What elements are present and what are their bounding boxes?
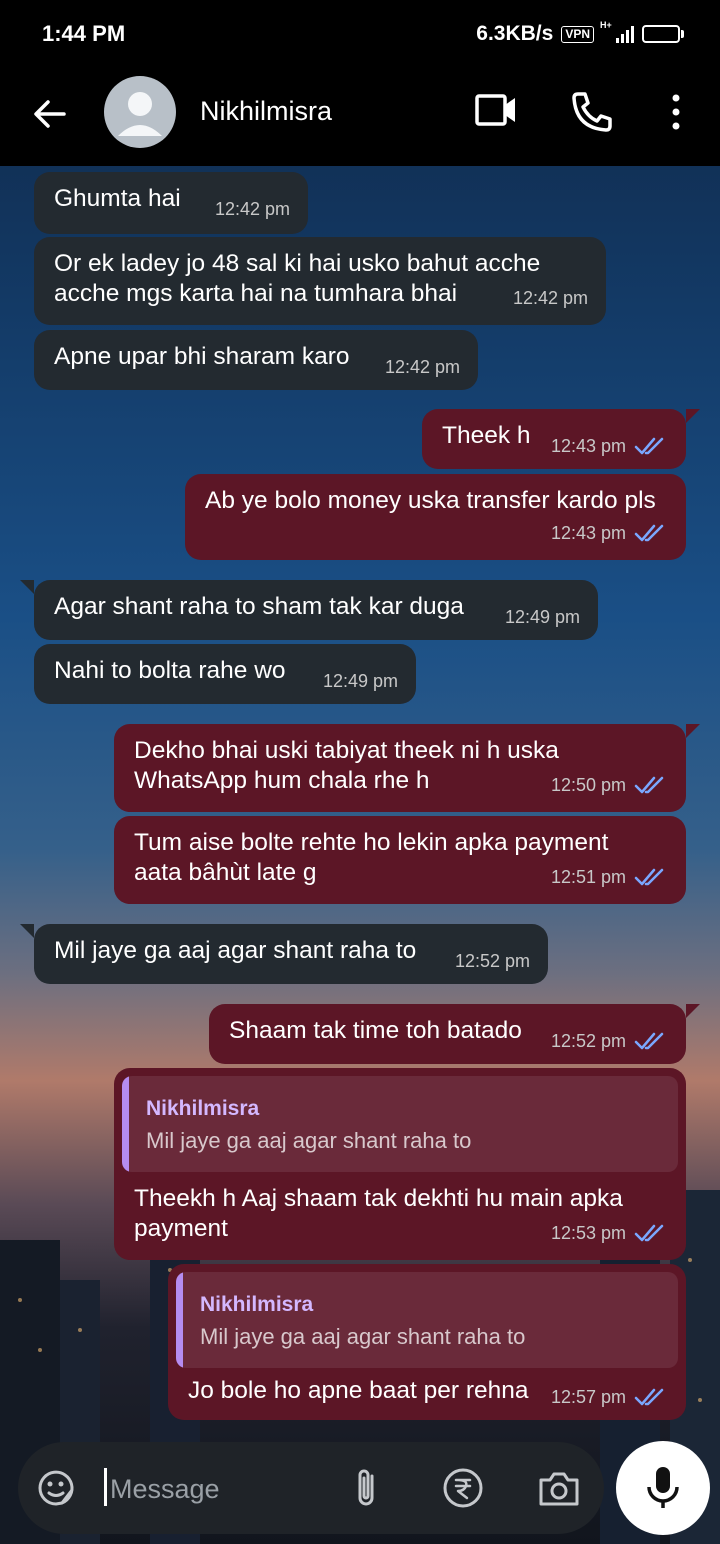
- quoted-message[interactable]: Nikhilmisra Mil jaye ga aaj agar shant r…: [176, 1272, 678, 1368]
- message-time: 12:43 pm: [550, 436, 626, 456]
- battery-level: 82: [654, 27, 668, 41]
- quote-accent-bar: [176, 1272, 183, 1368]
- message-time: 12:42 pm: [214, 199, 290, 219]
- message-time: 12:52 pm: [454, 951, 530, 971]
- status-indicators: 6.3KB/s VPN H+ 82: [476, 20, 684, 46]
- message-text: Ab ye bolo money uska transfer kardo pls: [205, 487, 656, 514]
- read-receipt-icon: [634, 1388, 664, 1406]
- message-text: Nahi to bolta rahe wo: [54, 657, 286, 684]
- message-text: Or ek ladey jo 48 sal ki hai usko bahut …: [54, 250, 541, 307]
- read-receipt-icon: [634, 868, 664, 886]
- quoted-message[interactable]: Nikhilmisra Mil jaye ga aaj agar shant r…: [122, 1076, 678, 1172]
- message-time: 12:53 pm: [550, 1223, 626, 1243]
- outgoing-message[interactable]: Dekho bhai uski tabiyat theek ni h uska …: [114, 724, 700, 812]
- avatar[interactable]: [104, 76, 176, 148]
- message-time: 12:50 pm: [550, 775, 626, 795]
- camera-icon[interactable]: [537, 1468, 581, 1508]
- message-text: Apne upar bhi sharam karo: [54, 343, 350, 370]
- incoming-message[interactable]: Mil jaye ga aaj agar shant raha to 12:52…: [20, 924, 548, 984]
- message-text: Shaam tak time toh batado: [229, 1017, 522, 1044]
- quoted-text: Mil jaye ga aaj agar shant raha to: [200, 1324, 526, 1349]
- contact-name[interactable]: Nikhilmisra: [200, 96, 332, 127]
- message-text: Mil jaye ga aaj agar shant raha to: [54, 937, 417, 964]
- quoted-text: Mil jaye ga aaj agar shant raha to: [146, 1128, 472, 1153]
- outgoing-message[interactable]: Tum aise bolte rehte ho lekin apka payme…: [114, 816, 686, 904]
- message-text: Theek h: [442, 422, 531, 449]
- incoming-message[interactable]: Agar shant raha to sham tak kar duga 12:…: [20, 580, 598, 640]
- default-avatar-icon: [118, 92, 162, 136]
- more-options-icon[interactable]: [664, 90, 688, 134]
- message-time: 12:49 pm: [504, 607, 580, 627]
- read-receipt-icon: [634, 524, 664, 542]
- read-receipt-icon: [634, 437, 664, 455]
- back-arrow-icon[interactable]: [30, 94, 70, 134]
- sticker-icon[interactable]: [34, 1466, 78, 1510]
- message-time: 12:52 pm: [550, 1031, 626, 1051]
- payment-rupee-icon[interactable]: [441, 1466, 485, 1510]
- quoted-sender-name: Nikhilmisra: [146, 1097, 260, 1120]
- outgoing-message[interactable]: Ab ye bolo money uska transfer kardo pls…: [185, 474, 686, 560]
- attachment-icon[interactable]: [352, 1466, 382, 1510]
- status-bar: 1:44 PM 6.3KB/s VPN H+ 82: [0, 0, 720, 68]
- message-time: 12:51 pm: [550, 867, 626, 887]
- quote-accent-bar: [122, 1076, 129, 1172]
- incoming-message[interactable]: Nahi to bolta rahe wo 12:49 pm: [34, 644, 416, 704]
- message-time: 12:43 pm: [550, 523, 626, 543]
- message-time: 12:49 pm: [322, 671, 398, 691]
- microphone-icon: [647, 1467, 679, 1508]
- message-time: 12:42 pm: [384, 357, 460, 377]
- outgoing-reply-message[interactable]: Nikhilmisra Mil jaye ga aaj agar shant r…: [114, 1068, 686, 1260]
- outgoing-message[interactable]: Shaam tak time toh batado 12:52 pm: [209, 1004, 700, 1064]
- read-receipt-icon: [634, 776, 664, 794]
- video-call-icon[interactable]: [474, 90, 518, 130]
- network-type: H+: [600, 19, 612, 30]
- status-time: 1:44 PM: [42, 21, 126, 46]
- message-text: Dekho bhai uski tabiyat theek ni h uska …: [134, 737, 559, 794]
- network-speed: 6.3KB/s: [476, 22, 554, 45]
- read-receipt-icon: [634, 1224, 664, 1242]
- message-time: 12:57 pm: [550, 1387, 626, 1407]
- message-text: Jo bole ho apne baat per rehna: [188, 1377, 529, 1404]
- phone-call-icon[interactable]: [570, 90, 614, 134]
- outgoing-reply-message[interactable]: Nikhilmisra Mil jaye ga aaj agar shant r…: [168, 1264, 686, 1420]
- signal-icon: H+: [600, 20, 634, 43]
- battery-icon: 82: [642, 25, 684, 43]
- chat-header: Nikhilmisra: [0, 68, 720, 166]
- incoming-message[interactable]: Or ek ladey jo 48 sal ki hai usko bahut …: [34, 237, 606, 325]
- quoted-sender-name: Nikhilmisra: [200, 1293, 314, 1316]
- message-text: Agar shant raha to sham tak kar duga: [54, 593, 464, 620]
- outgoing-message[interactable]: Theek h 12:43 pm: [422, 409, 700, 469]
- vpn-badge: VPN: [561, 25, 594, 43]
- message-input[interactable]: [108, 1466, 332, 1512]
- message-composer: [18, 1442, 604, 1534]
- incoming-message[interactable]: Apne upar bhi sharam karo 12:42 pm: [34, 330, 478, 390]
- text-cursor: [104, 1468, 107, 1506]
- message-text: Ghumta hai: [54, 185, 181, 212]
- read-receipt-icon: [634, 1032, 664, 1050]
- incoming-message[interactable]: Ghumta hai 12:42 pm: [34, 172, 308, 234]
- voice-message-button[interactable]: [616, 1441, 710, 1535]
- message-time: 12:42 pm: [512, 288, 588, 308]
